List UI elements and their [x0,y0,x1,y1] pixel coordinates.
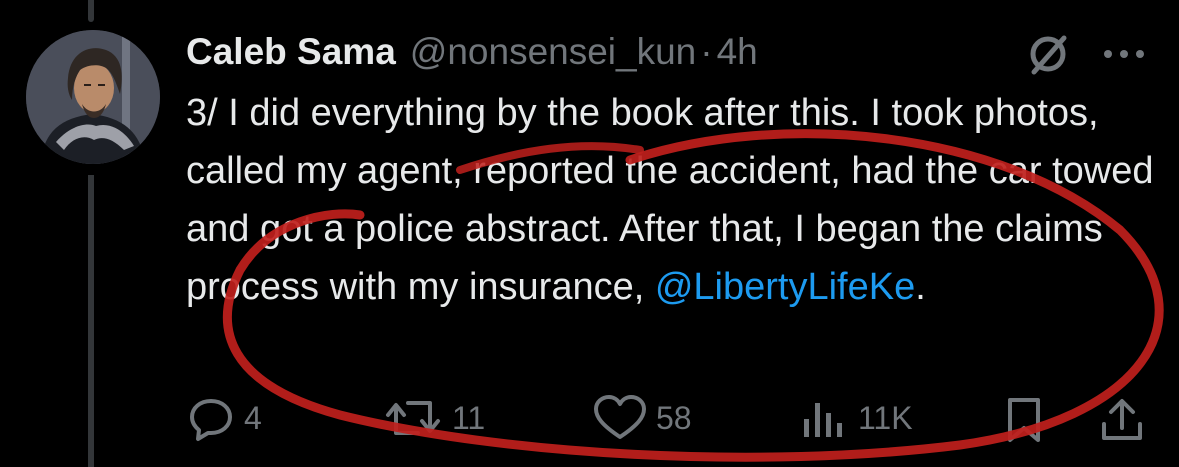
share-icon [1102,399,1142,440]
repost-button[interactable]: 11 [382,392,485,444]
thread-line-top [88,0,94,22]
reply-icon [190,399,232,441]
bookmark-icon [1008,398,1040,442]
heart-icon [594,395,646,439]
views-button[interactable]: 11K [798,392,913,444]
author-handle[interactable]: @nonsensei_kun [410,24,696,80]
tweet-text-end: . [915,266,926,308]
views-icon [804,403,842,437]
timestamp[interactable]: 4h [717,24,758,80]
more-icon[interactable] [1098,36,1150,72]
author-name[interactable]: Caleb Sama [186,24,396,80]
separator-dot: · [700,31,713,72]
tweet-header: Caleb Sama @nonsensei_kun · 4h [186,24,758,80]
grok-icon[interactable] [1024,30,1072,78]
views-count: 11K [858,399,913,436]
mention-link[interactable]: @LibertyLifeKe [655,266,915,308]
share-button[interactable] [1098,396,1146,449]
like-count: 58 [656,399,692,436]
tweet-text: 3/ I did everything by the book after th… [186,84,1156,316]
bookmark-button[interactable] [1002,396,1046,449]
thread-line-bottom [88,175,94,467]
reply-count: 4 [244,399,262,436]
avatar-image [26,30,160,164]
like-button[interactable]: 58 [592,392,692,444]
repost-count: 11 [452,399,486,436]
reply-button[interactable]: 4 [186,392,262,444]
avatar[interactable] [26,30,160,164]
repost-icon [386,401,440,435]
